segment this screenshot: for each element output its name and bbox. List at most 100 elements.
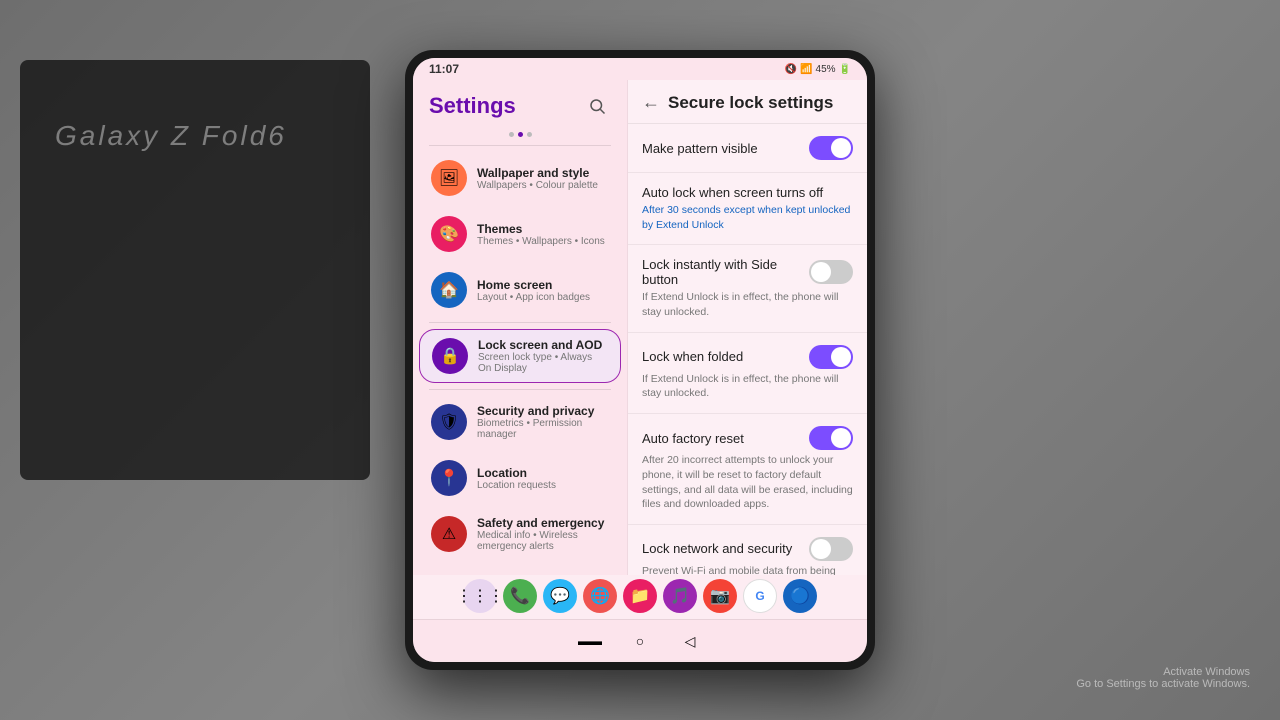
make-pattern-row: Make pattern visible <box>642 136 853 160</box>
lock-instantly-row: Lock instantly with Side button <box>642 257 853 287</box>
wallpaper-icon: 🖼 <box>431 160 467 196</box>
lock-screen-title: Lock screen and AOD <box>478 338 608 352</box>
location-title: Location <box>477 466 609 480</box>
lock-when-folded-title: Lock when folded <box>642 349 809 364</box>
themes-title: Themes <box>477 222 609 236</box>
lock-network-toggle[interactable] <box>809 537 853 561</box>
security-icon: 🛡 <box>431 404 467 440</box>
dock-app-folder[interactable]: 📁 <box>623 579 657 613</box>
wallpaper-title: Wallpaper and style <box>477 166 609 180</box>
settings-item-safety[interactable]: ⚠ Safety and emergency Medical info • Wi… <box>419 508 621 560</box>
dot-2 <box>518 132 523 137</box>
settings-item-lock-screen[interactable]: 🔒 Lock screen and AOD Screen lock type •… <box>419 329 621 383</box>
section-divider-top <box>429 145 611 146</box>
settings-item-wallpaper[interactable]: 🖼 Wallpaper and style Wallpapers • Colou… <box>419 152 621 204</box>
lock-network-subtitle: Prevent Wi-Fi and mobile data from being… <box>642 564 853 575</box>
safety-icon: ⚠ <box>431 516 467 552</box>
settings-title: Settings <box>429 93 516 119</box>
back-nav-button[interactable]: ◁ <box>675 626 705 656</box>
section-divider-mid <box>429 322 611 323</box>
activate-windows-notice: Activate Windows Go to Settings to activ… <box>1076 666 1250 690</box>
auto-factory-reset-toggle[interactable] <box>809 426 853 450</box>
content-area: Settings 🖼 <box>413 80 867 575</box>
phone-frame: 11:07 🔇 📶 45% 🔋 Settings <box>405 50 875 670</box>
auto-lock-title: Auto lock when screen turns off <box>642 185 853 200</box>
recent-apps-button[interactable]: ▬▬ <box>575 626 605 656</box>
make-pattern-visible-item: Make pattern visible <box>628 124 867 173</box>
auto-lock-item[interactable]: Auto lock when screen turns off After 30… <box>628 173 867 245</box>
safety-text: Safety and emergency Medical info • Wire… <box>477 516 609 552</box>
battery-text: 45% <box>816 64 836 75</box>
settings-item-security[interactable]: 🛡 Security and privacy Biometrics • Perm… <box>419 396 621 448</box>
app-dock: ⋮⋮⋮ 📞 💬 🌐 📁 🎵 📷 G 🔵 <box>413 575 867 619</box>
home-title: Home screen <box>477 278 609 292</box>
location-text: Location Location requests <box>477 466 609 491</box>
battery-icon: 🔋 <box>839 64 851 75</box>
dock-app-messages[interactable]: 💬 <box>543 579 577 613</box>
security-title: Security and privacy <box>477 404 609 418</box>
nav-bar: ▬▬ ○ ◁ <box>413 619 867 662</box>
auto-factory-reset-item: Auto factory reset After 20 incorrect at… <box>628 414 867 525</box>
location-subtitle: Location requests <box>477 480 609 491</box>
lock-when-folded-subtitle: If Extend Unlock is in effect, the phone… <box>642 372 853 401</box>
settings-item-themes[interactable]: 🎨 Themes Themes • Wallpapers • Icons <box>419 208 621 260</box>
lock-settings-header: ← Secure lock settings <box>628 80 867 124</box>
lock-settings-title: Secure lock settings <box>668 93 833 113</box>
secure-lock-settings-panel: ← Secure lock settings Make pattern visi… <box>628 80 867 575</box>
dock-app-google[interactable]: G <box>743 579 777 613</box>
security-subtitle: Biometrics • Permission manager <box>477 418 609 440</box>
make-pattern-toggle[interactable] <box>809 136 853 160</box>
lock-network-item: Lock network and security Prevent Wi-Fi … <box>628 525 867 575</box>
safety-subtitle: Medical info • Wireless emergency alerts <box>477 530 609 552</box>
lock-network-row: Lock network and security <box>642 537 853 561</box>
lock-instantly-toggle[interactable] <box>809 260 853 284</box>
auto-lock-subtitle: After 30 seconds except when kept unlock… <box>642 203 853 232</box>
dot-3 <box>527 132 532 137</box>
make-pattern-title: Make pattern visible <box>642 141 809 156</box>
lock-instantly-subtitle: If Extend Unlock is in effect, the phone… <box>642 290 853 319</box>
dock-app-browser[interactable]: 🌐 <box>583 579 617 613</box>
status-time: 11:07 <box>429 62 459 76</box>
activate-line1: Activate Windows <box>1076 666 1250 678</box>
dock-app-grid[interactable]: ⋮⋮⋮ <box>463 579 497 613</box>
settings-panel: Settings 🖼 <box>413 80 628 575</box>
auto-factory-reset-subtitle: After 20 incorrect attempts to unlock yo… <box>642 453 853 512</box>
auto-factory-reset-title: Auto factory reset <box>642 431 809 446</box>
lock-when-folded-toggle[interactable] <box>809 345 853 369</box>
dock-app-samsung[interactable]: 🔵 <box>783 579 817 613</box>
lock-network-title: Lock network and security <box>642 541 809 556</box>
lock-when-folded-row: Lock when folded <box>642 345 853 369</box>
wallpaper-text: Wallpaper and style Wallpapers • Colour … <box>477 166 609 191</box>
status-bar: 11:07 🔇 📶 45% 🔋 <box>413 58 867 80</box>
dock-app-music[interactable]: 🎵 <box>663 579 697 613</box>
dot-1 <box>509 132 514 137</box>
wallpaper-subtitle: Wallpapers • Colour palette <box>477 180 609 191</box>
phone-screen: 11:07 🔇 📶 45% 🔋 Settings <box>413 58 867 662</box>
dock-app-camera[interactable]: 📷 <box>703 579 737 613</box>
lock-instantly-title: Lock instantly with Side button <box>642 257 809 287</box>
section-divider-2 <box>429 389 611 390</box>
safety-title: Safety and emergency <box>477 516 609 530</box>
search-button[interactable] <box>583 92 611 120</box>
mute-icon: 🔇 <box>785 64 797 75</box>
dock-app-phone[interactable]: 📞 <box>503 579 537 613</box>
home-text: Home screen Layout • App icon badges <box>477 278 609 303</box>
lock-when-folded-item: Lock when folded If Extend Unlock is in … <box>628 333 867 414</box>
lock-icon: 🔒 <box>432 338 468 374</box>
home-subtitle: Layout • App icon badges <box>477 292 609 303</box>
signal-icon: 📶 <box>800 64 812 75</box>
auto-factory-reset-row: Auto factory reset <box>642 426 853 450</box>
home-icon: 🏠 <box>431 272 467 308</box>
security-text: Security and privacy Biometrics • Permis… <box>477 404 609 440</box>
lock-screen-text: Lock screen and AOD Screen lock type • A… <box>478 338 608 374</box>
themes-text: Themes Themes • Wallpapers • Icons <box>477 222 609 247</box>
home-button[interactable]: ○ <box>625 626 655 656</box>
lock-screen-subtitle: Screen lock type • Always On Display <box>478 352 608 374</box>
settings-item-location[interactable]: 📍 Location Location requests <box>419 452 621 504</box>
back-button[interactable]: ← <box>642 92 660 113</box>
auto-lock-row: Auto lock when screen turns off <box>642 185 853 200</box>
themes-icon: 🎨 <box>431 216 467 252</box>
settings-item-home-screen[interactable]: 🏠 Home screen Layout • App icon badges <box>419 264 621 316</box>
samsung-label: Galaxy Z Fold6 <box>55 120 287 152</box>
settings-header: Settings <box>413 80 627 128</box>
